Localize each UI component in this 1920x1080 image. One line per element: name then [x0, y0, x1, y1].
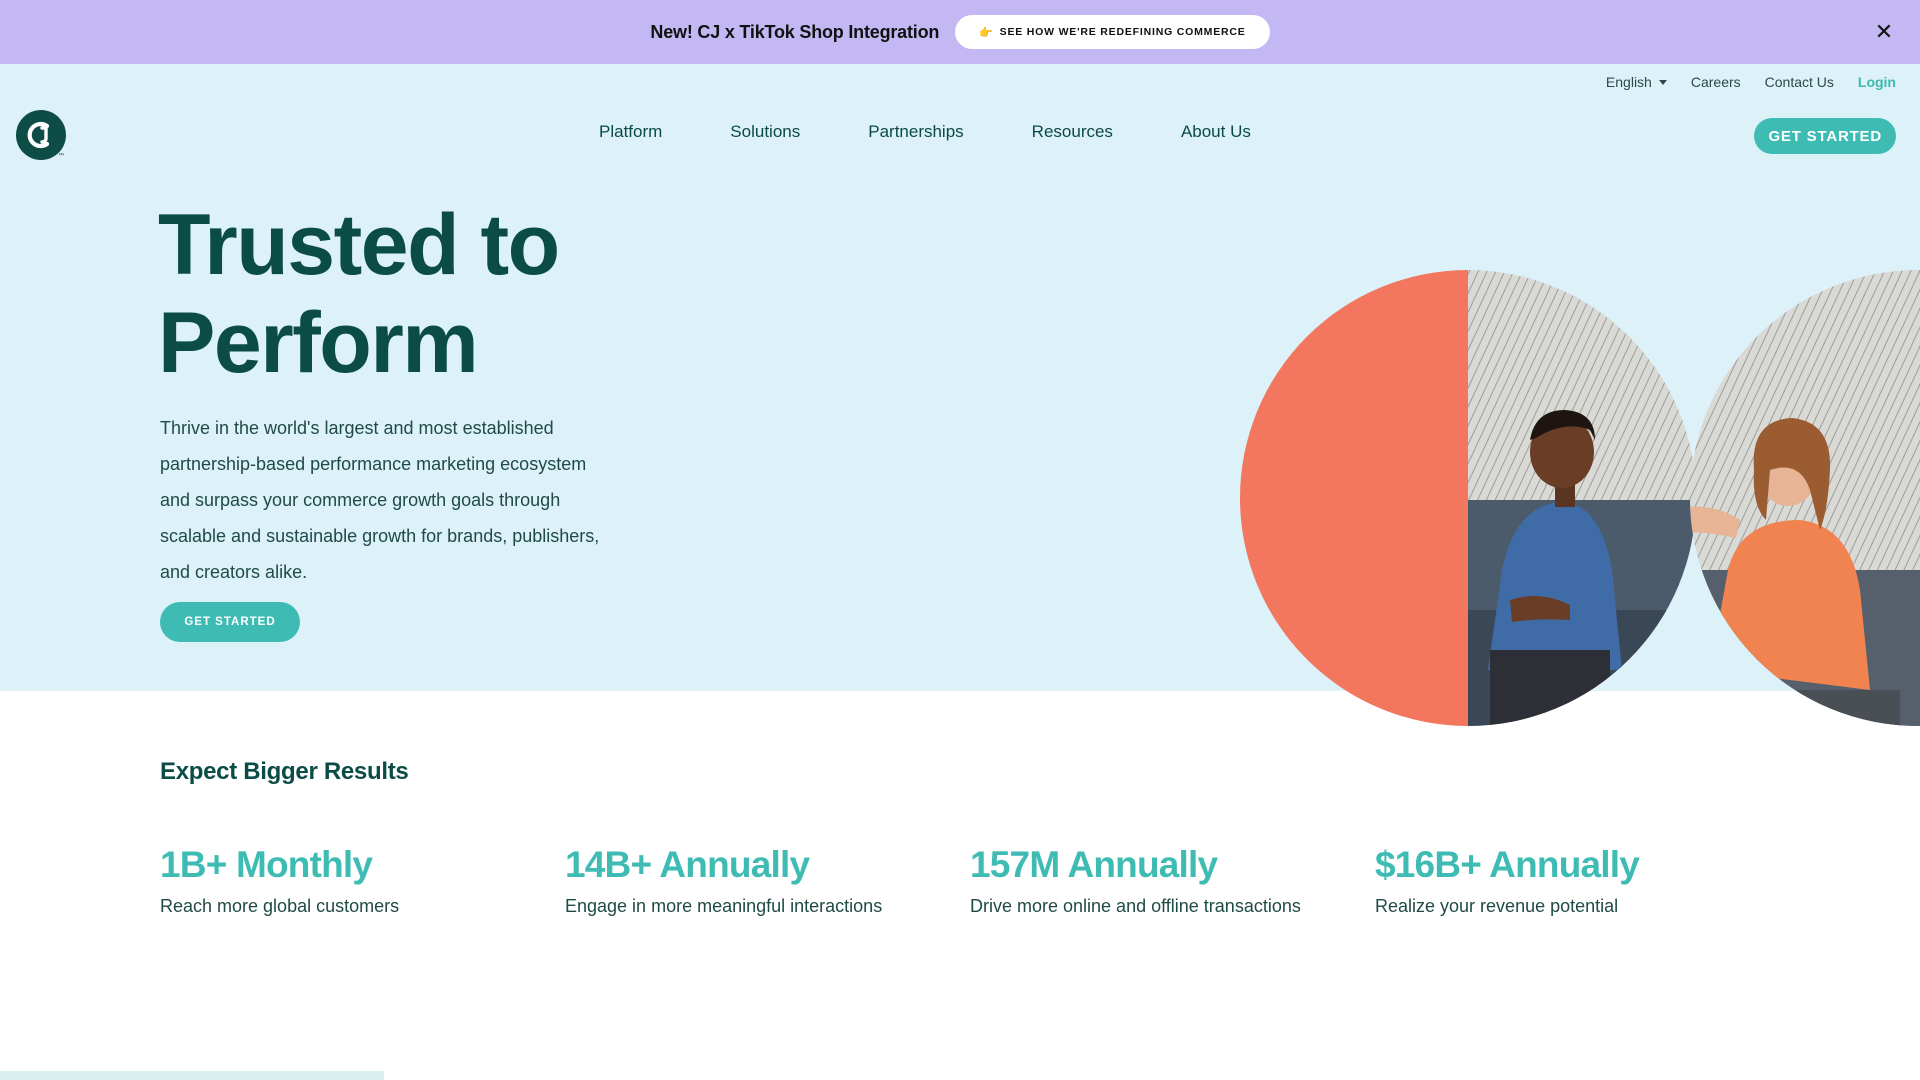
stat-engage: 14B+ Annually Engage in more meaningful …: [565, 842, 945, 917]
utility-nav: English Careers Contact Us Login: [1582, 74, 1896, 90]
announcement-cta-button[interactable]: 👉 SEE HOW WE'RE REDEFINING COMMERCE: [955, 15, 1270, 49]
stat-reach: 1B+ Monthly Reach more global customers: [160, 842, 540, 917]
login-link[interactable]: Login: [1858, 74, 1896, 90]
nav-item-resources[interactable]: Resources: [1032, 122, 1113, 142]
stat-value: 157M Annually: [970, 844, 1218, 885]
hero-image: [1240, 270, 1920, 726]
language-selector[interactable]: English: [1606, 74, 1667, 90]
cj-logo-mark-icon: [27, 121, 50, 149]
stat-description: Engage in more meaningful interactions: [565, 896, 883, 916]
right-photo-circle: [1690, 270, 1920, 726]
section-divider: [0, 1071, 384, 1080]
announcement-cta-label: SEE HOW WE'RE REDEFINING COMMERCE: [999, 26, 1246, 38]
left-photo-circle: [1240, 270, 1696, 726]
stat-description: Drive more online and offline transactio…: [970, 896, 1301, 916]
hero-title-line-1: Trusted to: [158, 197, 560, 293]
careers-link[interactable]: Careers: [1691, 74, 1741, 90]
hero-title: Trusted to Perform: [158, 196, 758, 392]
hero-description: Thrive in the world's largest and most e…: [160, 418, 600, 582]
header-get-started-button[interactable]: GET STARTED: [1754, 118, 1896, 154]
pointing-hand-icon: 👉: [979, 26, 994, 39]
trademark-mark: ™: [58, 153, 64, 159]
stat-value: $16B+ Annually: [1375, 844, 1640, 885]
language-label: English: [1605, 74, 1652, 90]
nav-item-platform[interactable]: Platform: [599, 122, 662, 142]
stat-value: 1B+ Monthly: [160, 844, 373, 885]
nav-item-solutions[interactable]: Solutions: [730, 122, 800, 142]
stat-transactions: 157M Annually Drive more online and offl…: [970, 842, 1350, 917]
contact-link[interactable]: Contact Us: [1765, 74, 1834, 90]
close-icon[interactable]: ✕: [1870, 18, 1898, 46]
coral-half-circle: [1240, 270, 1468, 726]
hero-get-started-button[interactable]: GET STARTED: [160, 602, 300, 642]
caret-down-icon: [1658, 79, 1667, 85]
nav-item-about-us[interactable]: About Us: [1181, 122, 1251, 142]
announcement-bar: New! CJ x TikTok Shop Integration 👉 SEE …: [0, 0, 1920, 64]
hero-title-line-2: Perform: [158, 295, 479, 391]
stat-value: 14B+ Annually: [565, 844, 810, 885]
results-heading: Expect Bigger Results: [160, 758, 409, 785]
stat-description: Reach more global customers: [160, 896, 400, 916]
stat-revenue: $16B+ Annually Realize your revenue pote…: [1375, 842, 1755, 917]
announcement-text: New! CJ x TikTok Shop Integration: [650, 21, 940, 42]
stat-description: Realize your revenue potential: [1375, 896, 1619, 916]
nav-item-partnerships[interactable]: Partnerships: [868, 122, 963, 142]
main-nav: Platform Solutions Partnerships Resource…: [599, 122, 1251, 142]
